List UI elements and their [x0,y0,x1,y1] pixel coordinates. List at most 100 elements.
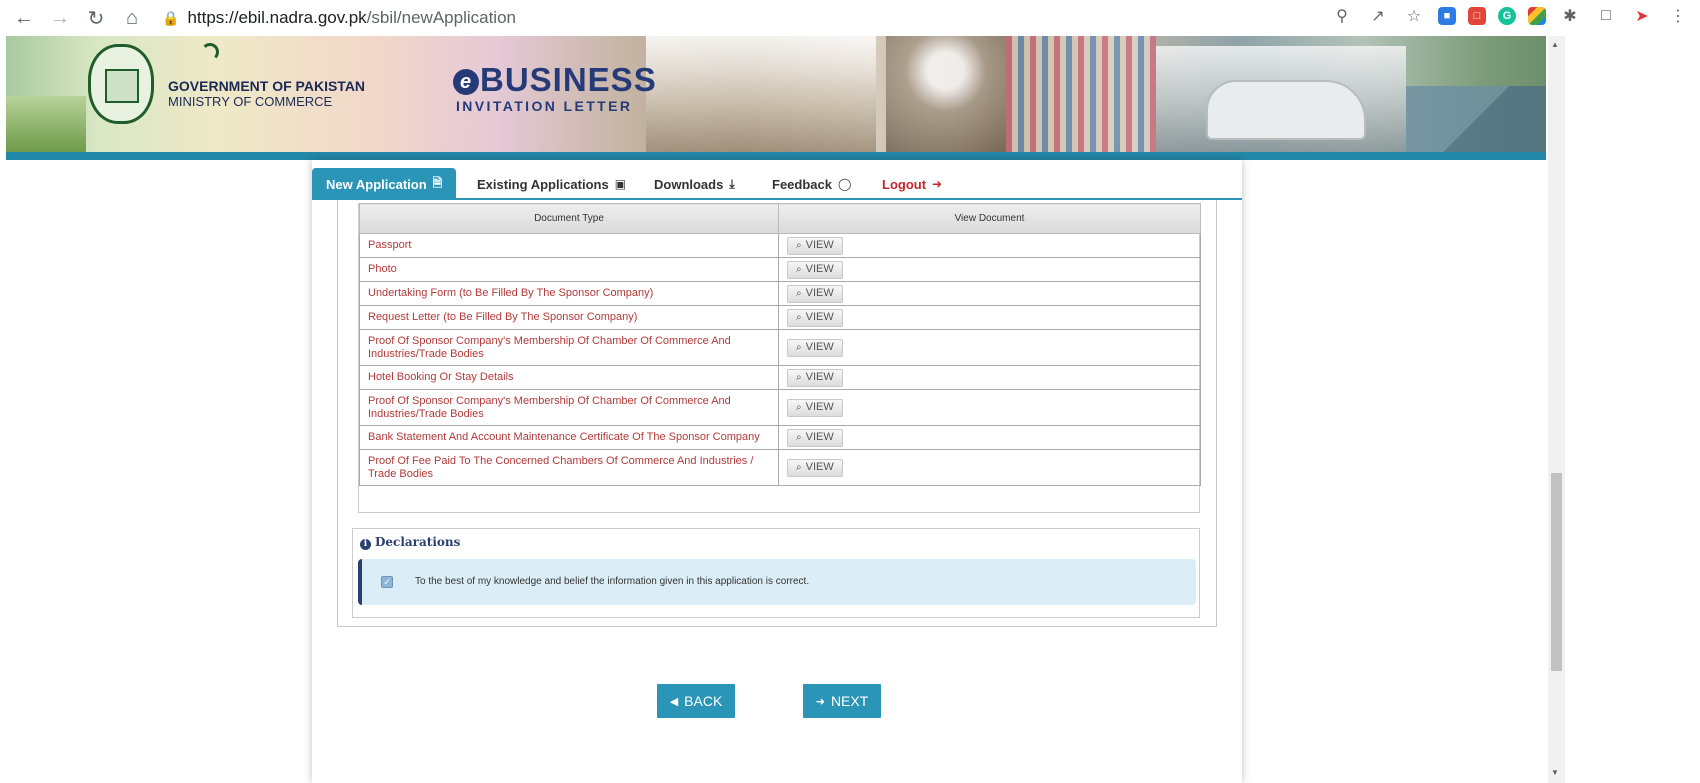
tab-label: Logout [882,176,927,192]
main-nav-tabs: New Application 🗎 Existing Applications … [312,168,1242,200]
government-title: GOVERNMENT OF PAKISTAN MINISTRY OF COMME… [168,78,365,110]
document-type-cell: Bank Statement And Account Maintenance C… [359,425,779,450]
tab-feedback[interactable]: Feedback ◯ [772,168,851,200]
pakistan-emblem-icon [88,43,219,124]
info-icon: i [360,539,371,550]
declaration-text: To the best of my knowledge and belief t… [415,576,810,587]
share-icon[interactable]: ↗ [1366,4,1390,28]
declaration-checkbox[interactable]: ✓ [381,576,393,588]
document-type-cell: Proof Of Sponsor Company's Membership Of… [359,389,779,426]
side-panel-icon[interactable]: □ [1594,4,1618,28]
home-icon[interactable]: ⌂ [118,4,146,32]
magnifier-icon: ⌕ [796,240,802,251]
view-document-cell: ⌕ VIEW [778,305,1201,330]
zoom-icon[interactable]: ⚲ [1330,4,1354,28]
tab-existing-applications[interactable]: Existing Applications ▣ [477,168,626,200]
view-document-cell: ⌕ VIEW [778,233,1201,258]
magnifier-icon: ⌕ [796,312,802,323]
table-row: Proof Of Fee Paid To The Concerned Chamb… [359,449,1201,486]
document-type-cell: Passport [359,233,779,258]
view-document-button[interactable]: ⌕ VIEW [787,308,843,327]
column-header-view-document: View Document [778,203,1201,234]
header-banner: GOVERNMENT OF PAKISTAN MINISTRY OF COMME… [6,36,1546,152]
briefcase-icon: ▣ [614,177,627,191]
tab-label: Downloads [654,176,724,192]
ebil-logo: e BUSINESS INVITATION LETTER [453,62,657,114]
document-type-cell: Hotel Booking Or Stay Details [359,365,779,390]
tab-new-application[interactable]: New Application 🗎 [312,168,457,200]
view-label: VIEW [805,431,834,443]
view-document-cell: ⌕ VIEW [778,281,1201,306]
view-label: VIEW [805,401,834,413]
red-extension-icon[interactable]: □ [1468,7,1486,25]
declarations-section: i Declarations ✓ To the best of my knowle… [352,528,1200,618]
documents-table: Document Type View Document Passport ⌕ VIE… [359,203,1201,486]
document-type-cell: Request Letter (to Be Filled By The Spon… [359,305,779,330]
document-type-cell: Photo [359,257,779,282]
next-button[interactable]: ➜ NEXT [803,684,881,718]
magnifier-icon: ⌕ [796,342,802,353]
tab-logout[interactable]: Logout ➜ [882,168,942,200]
reload-icon[interactable]: ↻ [82,4,110,32]
gov-line-1: GOVERNMENT OF PAKISTAN [168,78,366,94]
magnifier-icon: ⌕ [796,288,802,299]
magnifier-icon: ⌕ [796,462,802,473]
magnifier-icon: ⌕ [796,372,802,383]
bookmark-star-icon[interactable]: ☆ [1402,4,1426,28]
zoom-extension-icon[interactable]: ■ [1438,7,1456,25]
tab-label: New Application [326,176,427,192]
scrollbar-thumb[interactable] [1551,473,1562,671]
view-label: VIEW [805,311,834,323]
document-icon: 🗎 [432,175,443,190]
view-document-button[interactable]: ⌕ VIEW [787,236,843,255]
view-document-button[interactable]: ⌕ VIEW [787,458,843,477]
view-label: VIEW [805,239,834,251]
banner-divider [6,152,1546,160]
gov-line-2: MINISTRY OF COMMERCE [168,94,333,109]
magnifier-icon: ⌕ [796,402,802,413]
tab-label: Feedback [772,176,832,192]
document-type-cell: Proof Of Sponsor Company's Membership Of… [359,329,779,366]
tab-label: Existing Applications [477,176,609,192]
documents-section: Document Type View Document Passport ⌕ VIE… [358,203,1201,513]
scroll-down-arrow-icon[interactable]: ▼ [1551,768,1559,777]
comment-icon: ◯ [837,177,852,191]
grammarly-extension-icon[interactable]: G [1498,7,1516,25]
address-bar[interactable]: https://ebil.nadra.gov.pk/sbil/newApplic… [187,8,516,28]
scroll-up-arrow-icon[interactable]: ▲ [1551,40,1559,49]
view-document-button[interactable]: ⌕ VIEW [787,338,843,357]
browser-toolbar: ← → ↻ ⌂ 🔒 https://ebil.nadra.gov.pk/sbil… [0,0,1700,36]
logo-main-text: BUSINESS [480,61,657,98]
view-document-cell: ⌕ VIEW [778,425,1201,450]
table-row: Photo ⌕ VIEW [359,257,1201,282]
profile-bird-icon[interactable]: ➤ [1630,4,1654,28]
forward-arrow-icon[interactable]: → [46,4,74,32]
next-label: NEXT [830,693,869,709]
view-document-button[interactable]: ⌕ VIEW [787,260,843,279]
colorful-extension-icon[interactable] [1528,7,1546,25]
view-document-button[interactable]: ⌕ VIEW [787,398,843,417]
magnifier-icon: ⌕ [796,264,802,275]
back-button[interactable]: ◀ BACK [657,684,735,718]
table-row: Passport ⌕ VIEW [359,233,1201,258]
table-row: Hotel Booking Or Stay Details ⌕ VIEW [359,365,1201,390]
view-document-cell: ⌕ VIEW [778,329,1201,366]
view-document-button[interactable]: ⌕ VIEW [787,428,843,447]
table-row: Request Letter (to Be Filled By The Spon… [359,305,1201,330]
declarations-heading: i Declarations [360,535,460,550]
puzzle-extensions-icon[interactable]: ✱ [1558,4,1582,28]
logo-sub-text: INVITATION LETTER [456,98,633,114]
view-document-button[interactable]: ⌕ VIEW [787,284,843,303]
declarations-title: Declarations [375,535,461,549]
view-document-cell: ⌕ VIEW [778,365,1201,390]
declaration-alert: ✓ To the best of my knowledge and belief… [358,559,1196,605]
view-document-cell: ⌕ VIEW [778,389,1201,426]
kebab-menu-icon[interactable]: ⋮ [1666,4,1690,28]
view-document-button[interactable]: ⌕ VIEW [787,368,843,387]
next-arrow-icon: ➜ [815,695,825,708]
tab-downloads[interactable]: Downloads ⤓ [654,168,735,200]
back-arrow-icon[interactable]: ← [10,4,38,32]
view-label: VIEW [805,287,834,299]
back-circle-icon: ◀ [669,695,679,708]
table-row: Proof Of Sponsor Company's Membership Of… [359,389,1201,426]
